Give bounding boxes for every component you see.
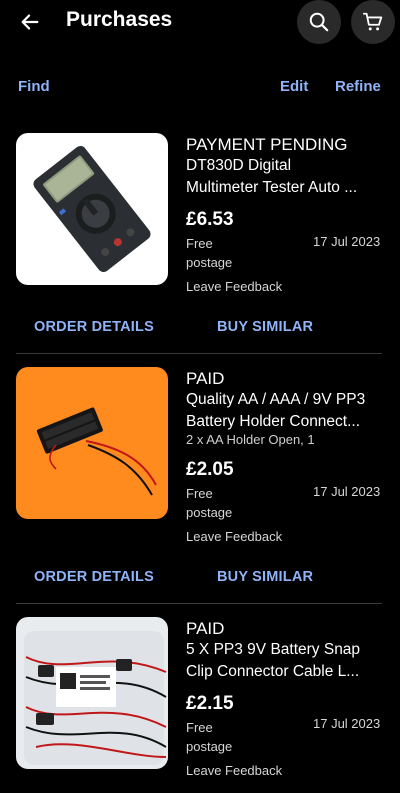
postage-info: Free postage bbox=[186, 484, 276, 522]
purchase-date: 17 Jul 2023 bbox=[313, 234, 381, 249]
cart-button[interactable] bbox=[351, 0, 395, 44]
filter-toolbar: Find Edit Refine bbox=[0, 78, 400, 100]
arrow-left-icon bbox=[21, 14, 39, 30]
product-title-line: 5 X PP3 9V Battery Snap bbox=[186, 641, 361, 658]
search-button[interactable] bbox=[297, 0, 341, 44]
edit-link[interactable]: Edit bbox=[280, 78, 308, 95]
page-title: Purchases bbox=[66, 8, 173, 31]
purchase-date: 17 Jul 2023 bbox=[313, 716, 381, 731]
order-details-button[interactable]: ORDER DETAILS bbox=[34, 569, 154, 585]
battery-holder-image bbox=[36, 407, 157, 496]
search-icon bbox=[309, 12, 329, 32]
product-title-line: Quality AA / AAA / 9V PP3 bbox=[186, 391, 366, 408]
find-link[interactable]: Find bbox=[18, 78, 50, 95]
buy-similar-button[interactable]: BUY SIMILAR bbox=[217, 319, 313, 335]
product-title[interactable]: Quality AA / AAA / 9V PP3 Battery Holder… bbox=[186, 389, 386, 433]
order-details-button[interactable]: ORDER DETAILS bbox=[34, 319, 154, 335]
divider bbox=[16, 603, 382, 604]
postage-line: postage bbox=[186, 255, 233, 270]
postage-line: Free bbox=[186, 236, 213, 251]
postage-info: Free postage bbox=[186, 718, 276, 756]
price: £2.15 bbox=[186, 693, 234, 714]
product-image-battery-snap[interactable] bbox=[16, 617, 168, 769]
price: £2.05 bbox=[186, 459, 234, 480]
product-variant: 2 x AA Holder Open, 1 bbox=[186, 432, 315, 447]
purchase-date: 17 Jul 2023 bbox=[313, 484, 381, 499]
leave-feedback-link[interactable]: Leave Feedback bbox=[186, 279, 282, 294]
divider bbox=[16, 353, 382, 354]
product-title-line: Multimeter Tester Auto ... bbox=[186, 179, 358, 196]
product-image-battery-holder[interactable] bbox=[16, 367, 168, 519]
product-title[interactable]: 5 X PP3 9V Battery Snap Clip Connector C… bbox=[186, 639, 386, 683]
buy-similar-button[interactable]: BUY SIMILAR bbox=[217, 569, 313, 585]
order-status: PAID bbox=[186, 369, 225, 388]
multimeter-image bbox=[33, 146, 151, 272]
cart-icon bbox=[362, 12, 383, 31]
product-title[interactable]: DT830D Digital Multimeter Tester Auto ..… bbox=[186, 155, 386, 199]
order-status: PAID bbox=[186, 619, 225, 638]
postage-line: postage bbox=[186, 739, 233, 754]
battery-snap-image bbox=[24, 631, 167, 765]
price: £6.53 bbox=[186, 209, 234, 230]
product-image-multimeter[interactable] bbox=[16, 133, 168, 285]
postage-line: postage bbox=[186, 505, 233, 520]
product-title-line: Battery Holder Connect... bbox=[186, 413, 361, 430]
back-button[interactable] bbox=[14, 6, 46, 38]
app-bar: Purchases bbox=[0, 0, 400, 44]
order-status: PAYMENT PENDING bbox=[186, 135, 348, 154]
leave-feedback-link[interactable]: Leave Feedback bbox=[186, 529, 282, 544]
postage-line: Free bbox=[186, 486, 213, 501]
product-title-line: DT830D Digital bbox=[186, 157, 292, 174]
postage-info: Free postage bbox=[186, 234, 276, 272]
refine-link[interactable]: Refine bbox=[335, 78, 381, 95]
product-title-line: Clip Connector Cable L... bbox=[186, 663, 360, 680]
leave-feedback-link[interactable]: Leave Feedback bbox=[186, 763, 282, 778]
postage-line: Free bbox=[186, 720, 213, 735]
